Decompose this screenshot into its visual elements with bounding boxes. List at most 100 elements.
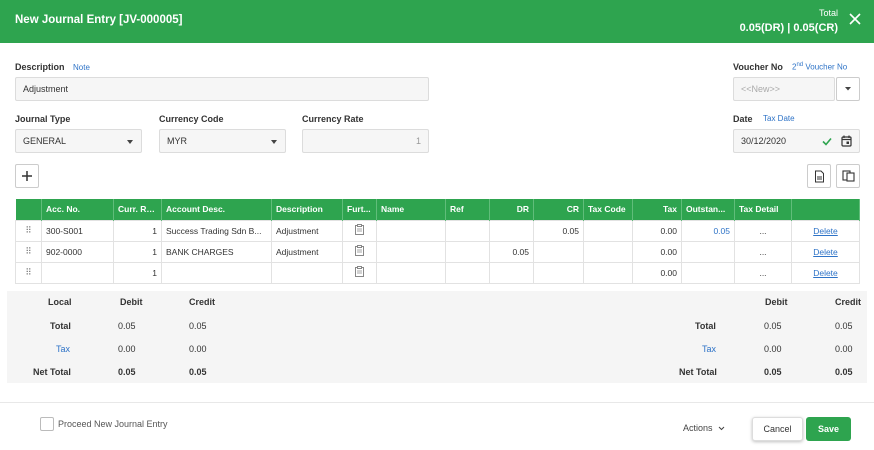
currency-code-select[interactable]: MYR [159, 129, 286, 153]
cell-acc-no[interactable]: 300-S001 [41, 219, 114, 242]
delete-link[interactable]: Delete [791, 261, 860, 284]
cell-tax-detail[interactable]: ... [734, 240, 792, 263]
col-tax-detail[interactable]: Tax Detail [734, 199, 792, 220]
journal-type-value: GENERAL [23, 136, 67, 146]
cell-name[interactable] [376, 240, 446, 263]
right-net-credit: 0.05 [835, 367, 853, 377]
cell-account-desc[interactable]: Success Trading Sdn B... [161, 219, 272, 242]
cell-tax-code[interactable] [583, 240, 633, 263]
cell-curr-rate[interactable]: 1 [113, 219, 162, 242]
cell-acc-no[interactable]: 902-0000 [41, 240, 114, 263]
cell-description[interactable]: Adjustment [271, 219, 343, 242]
actions-menu-button[interactable]: Actions [683, 423, 725, 433]
cell-description[interactable] [271, 261, 343, 284]
cell-tax[interactable]: 0.00 [632, 261, 682, 284]
proceed-new-checkbox[interactable] [40, 417, 54, 431]
local-header: Local [48, 297, 72, 307]
cell-dr[interactable] [489, 261, 534, 284]
journal-type-select[interactable]: GENERAL [15, 129, 142, 153]
export-button[interactable] [807, 164, 831, 188]
col-tax-code[interactable]: Tax Code [583, 199, 633, 220]
voucher-dropdown-button[interactable] [836, 77, 860, 101]
cell-curr-rate[interactable]: 1 [113, 240, 162, 263]
col-outstanding[interactable]: Outstan... [681, 199, 735, 220]
cell-further[interactable] [342, 240, 377, 263]
cancel-button[interactable]: Cancel [752, 417, 803, 441]
cell-tax-code[interactable] [583, 219, 633, 242]
cell-account-desc[interactable] [161, 261, 272, 284]
delete-link[interactable]: Delete [791, 219, 860, 242]
col-name[interactable]: Name [376, 199, 446, 220]
col-description[interactable]: Description [271, 199, 343, 220]
local-tax-link[interactable]: Tax [56, 344, 70, 354]
drag-handle-icon[interactable]: ⠿ [15, 219, 42, 242]
currency-rate-label: Currency Rate [302, 114, 364, 124]
close-icon[interactable] [848, 12, 862, 26]
cell-cr[interactable]: 0.05 [533, 219, 584, 242]
cell-ref[interactable] [445, 240, 490, 263]
cell-curr-rate[interactable]: 1 [113, 261, 162, 284]
right-tax-link[interactable]: Tax [702, 344, 716, 354]
table-row[interactable]: ⠿ 1 0.00 ... Delete [15, 261, 860, 284]
table-row[interactable]: ⠿ 902-0000 1 BANK CHARGES Adjustment 0.0… [15, 240, 860, 263]
save-button[interactable]: Save [806, 417, 851, 441]
cell-tax[interactable]: 0.00 [632, 240, 682, 263]
local-net-credit: 0.05 [189, 367, 207, 377]
tax-date-link[interactable]: Tax Date [763, 114, 795, 123]
second-voucher-link[interactable]: 2nd Voucher No [792, 62, 847, 72]
cell-further[interactable] [342, 261, 377, 284]
clipboard-icon[interactable] [355, 266, 364, 277]
delete-link[interactable]: Delete [791, 240, 860, 263]
cell-acc-no[interactable] [41, 261, 114, 284]
proceed-new-label: Proceed New Journal Entry [58, 419, 168, 429]
col-further[interactable]: Furt... [342, 199, 377, 220]
cell-outstanding[interactable] [681, 261, 735, 284]
cell-cr[interactable] [533, 240, 584, 263]
local-net-debit: 0.05 [118, 367, 136, 377]
col-account-desc[interactable]: Account Desc. [161, 199, 272, 220]
cell-ref[interactable] [445, 219, 490, 242]
col-curr-rate[interactable]: Curr. Ra... [113, 199, 162, 220]
col-cr[interactable]: CR [533, 199, 584, 220]
cell-tax-detail[interactable]: ... [734, 261, 792, 284]
drag-handle-icon[interactable]: ⠿ [15, 261, 42, 284]
date-input[interactable]: 30/12/2020 [733, 129, 860, 153]
cell-ref[interactable] [445, 261, 490, 284]
cell-dr[interactable] [489, 219, 534, 242]
cell-dr[interactable]: 0.05 [489, 240, 534, 263]
cell-further[interactable] [342, 219, 377, 242]
drag-handle-icon[interactable]: ⠿ [15, 240, 42, 263]
col-ref[interactable]: Ref [445, 199, 490, 220]
table-row[interactable]: ⠿ 300-S001 1 Success Trading Sdn B... Ad… [15, 219, 860, 242]
col-tax[interactable]: Tax [632, 199, 682, 220]
clipboard-icon[interactable] [355, 224, 364, 235]
clipboard-icon[interactable] [355, 245, 364, 256]
cell-tax[interactable]: 0.00 [632, 219, 682, 242]
currency-code-label: Currency Code [159, 114, 224, 124]
cell-account-desc[interactable]: BANK CHARGES [161, 240, 272, 263]
cell-outstanding[interactable] [681, 240, 735, 263]
summary-panel: Local Debit Credit Total 0.05 0.05 Tax 0… [7, 291, 867, 383]
calendar-icon[interactable] [841, 135, 852, 147]
col-acc-no[interactable]: Acc. No. [41, 199, 114, 220]
cell-description[interactable]: Adjustment [271, 240, 343, 263]
col-dr[interactable]: DR [489, 199, 534, 220]
date-label: Date [733, 114, 753, 124]
description-input[interactable]: Adjustment [15, 77, 429, 101]
add-row-button[interactable] [15, 164, 39, 188]
currency-code-value: MYR [167, 136, 187, 146]
cell-name[interactable] [376, 219, 446, 242]
cell-tax-code[interactable] [583, 261, 633, 284]
voucher-no-input[interactable]: <<New>> [733, 77, 835, 101]
cell-cr[interactable] [533, 261, 584, 284]
currency-rate-input[interactable]: 1 [302, 129, 429, 153]
date-value: 30/12/2020 [741, 136, 787, 146]
local-total-label: Total [50, 321, 71, 331]
file-icon [814, 170, 824, 182]
column-settings-button[interactable] [836, 164, 860, 188]
note-link[interactable]: Note [73, 63, 90, 72]
cell-name[interactable] [376, 261, 446, 284]
cell-tax-detail[interactable]: ... [734, 219, 792, 242]
right-tax-debit: 0.00 [764, 344, 782, 354]
cell-outstanding[interactable]: 0.05 [681, 219, 735, 242]
